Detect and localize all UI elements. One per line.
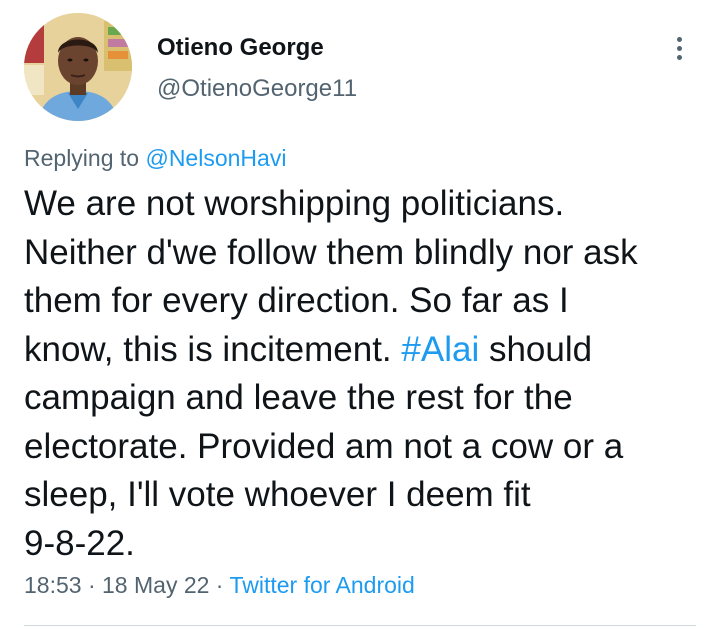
dot bbox=[676, 45, 682, 51]
tweet-line: campaign and leave the rest for the bbox=[24, 378, 573, 417]
tweet-line-text: should bbox=[479, 329, 593, 369]
tweet-source[interactable]: Twitter for Android bbox=[229, 572, 414, 598]
dot bbox=[676, 36, 682, 42]
tweet-line-text: know, this is incitement. bbox=[24, 329, 402, 369]
meta-separator: · bbox=[209, 572, 230, 598]
author-name[interactable]: Otieno George bbox=[157, 34, 324, 62]
tweet-line: Neither d'we follow them blindly nor ask bbox=[24, 232, 638, 272]
tweet-line: know, this is incitement. #Alai should bbox=[24, 326, 694, 375]
tweet-line: sleep, I'll vote whoever I deem fit bbox=[24, 475, 531, 514]
tweet-meta: 18:53 · 18 May 22 · Twitter for Android bbox=[24, 572, 415, 599]
replying-to: Replying to @NelsonHavi bbox=[24, 145, 286, 172]
tweet-line: We are not worshipping politicians. bbox=[24, 184, 565, 223]
tweet-line: 9-8-22. bbox=[24, 523, 135, 563]
author-handle[interactable]: @OtienoGeorge11 bbox=[157, 75, 357, 103]
tweet-line: them for every direction. So far as I bbox=[24, 281, 569, 320]
meta-separator: · bbox=[81, 572, 103, 598]
tweet-date[interactable]: 18 May 22 bbox=[102, 572, 209, 598]
dot bbox=[676, 54, 682, 60]
replying-to-label: Replying to bbox=[24, 145, 146, 171]
more-vertical-icon[interactable] bbox=[664, 30, 694, 66]
mention-link[interactable]: @NelsonHavi bbox=[145, 145, 286, 171]
tweet-detail: Otieno George @OtienoGeorge11 Replying t… bbox=[0, 0, 720, 633]
hashtag-link[interactable]: #Alai bbox=[401, 330, 479, 369]
tweet-line: electorate. Provided am not a cow or a bbox=[24, 426, 624, 466]
tweet-time[interactable]: 18:53 bbox=[24, 572, 82, 598]
avatar[interactable] bbox=[24, 13, 132, 121]
avatar-image bbox=[24, 13, 132, 121]
divider bbox=[24, 625, 696, 626]
tweet-text: We are not worshipping politicians. Neit… bbox=[24, 180, 694, 568]
